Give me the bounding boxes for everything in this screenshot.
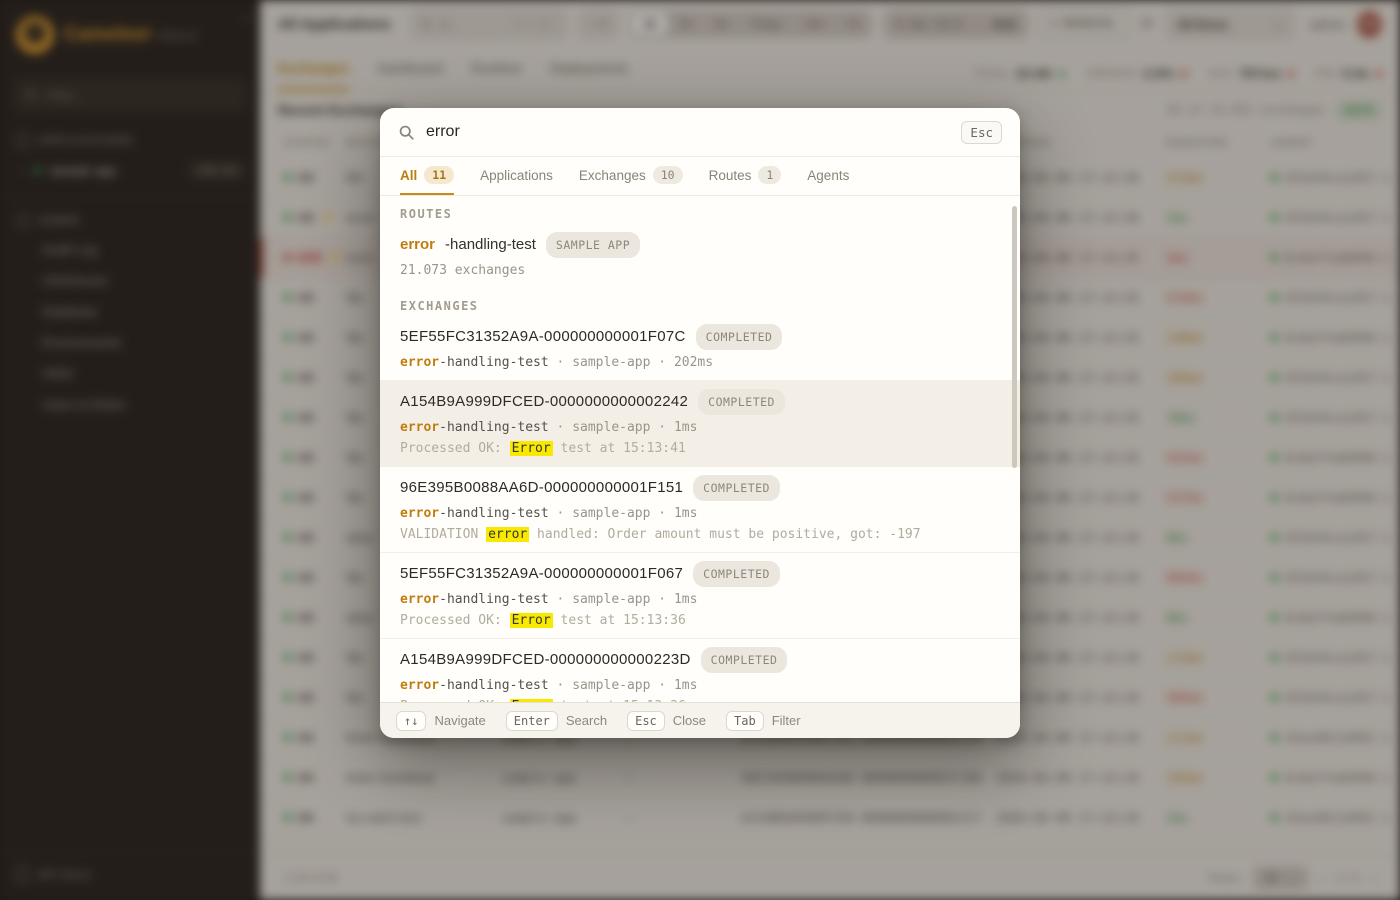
match-text: error	[400, 420, 440, 435]
route-result-item[interactable]: error -handling-test SAMPLE APP 21.073 exch…	[380, 224, 1020, 288]
modal-footer-hints: ↑↓ Navigate Enter Search Esc Close Tab Filter	[380, 702, 1020, 738]
modal-tab-label: Agents	[807, 167, 850, 183]
exchange-result-sub: error-handling-test · sample-app · 1ms	[400, 419, 1000, 437]
route-name-rest: -handling-test	[445, 236, 536, 253]
route-result-title: error -handling-test SAMPLE APP	[400, 232, 1000, 258]
match-text: error	[400, 355, 440, 370]
exchange-result-item[interactable]: 5EF55FC31352A9A-000000000001F067 COMPLETE…	[380, 553, 1020, 639]
exchange-id-text: 96E395B0088AA6D-000000000001F151	[400, 479, 684, 496]
exchange-result-id: 96E395B0088AA6D-000000000001F151 COMPLETE…	[400, 475, 1000, 501]
exchange-result-item[interactable]: A154B9A999DFCED-0000000000002242 COMPLETE…	[380, 381, 1020, 467]
exchange-meta: · sample-app · 202ms	[548, 355, 714, 370]
modal-tab-count-badge: 1	[758, 166, 782, 184]
scrollbar-thumb[interactable]	[1012, 206, 1017, 468]
exchange-result-item[interactable]: A154B9A999DFCED-000000000000223D COMPLETE…	[380, 639, 1020, 702]
modal-tab-label: Routes	[708, 167, 752, 183]
route-name-rest: -handling-test	[439, 420, 549, 435]
highlight-match: Error	[509, 613, 553, 628]
route-name-rest: -handling-test	[439, 355, 549, 370]
match-text: error	[400, 592, 440, 607]
status-badge: COMPLETED	[693, 475, 780, 501]
exchange-id-text: 5EF55FC31352A9A-000000000001F07C	[400, 328, 686, 345]
routes-section-label: ROUTES	[400, 207, 453, 221]
detail-post: test at 15:13:36	[553, 699, 686, 702]
exchange-result-detail: Processed OK: Error test at 15:13:36	[400, 612, 1000, 630]
status-badge: COMPLETED	[698, 389, 785, 415]
modal-search-input[interactable]	[426, 123, 951, 141]
modal-tab-label: Exchanges	[578, 167, 646, 183]
route-name-rest: -handling-test	[439, 592, 549, 607]
kbd-navigate: ↑↓	[396, 710, 427, 731]
modal-tab-label: Applications	[480, 167, 553, 183]
route-name-rest: -handling-test	[439, 506, 549, 521]
modal-tab-exchanges[interactable]: Exchanges 10	[579, 157, 683, 195]
match-text: error	[400, 236, 436, 253]
detail-pre: Processed OK:	[400, 441, 510, 456]
highlight-match: Error	[509, 699, 553, 702]
hint-search: Enter Search	[505, 710, 608, 731]
hint-filter: Tab Filter	[726, 710, 801, 731]
sample-app-badge: SAMPLE APP	[545, 232, 641, 258]
exchange-result-id: A154B9A999DFCED-0000000000002242 COMPLETE…	[400, 389, 1000, 415]
hint-close: Esc Close	[627, 710, 707, 731]
exchange-meta: · sample-app · 1ms	[548, 592, 698, 607]
exchange-result-detail: Processed OK: Error test at 15:13:41	[400, 440, 1000, 458]
status-badge: COMPLETED	[700, 647, 788, 673]
exchange-id-text: A154B9A999DFCED-000000000000223D	[400, 651, 691, 668]
hint-label: Close	[672, 713, 707, 728]
kbd-close: Esc	[627, 710, 665, 731]
exchange-result-item[interactable]: 96E395B0088AA6D-000000000001F151 COMPLETE…	[380, 467, 1020, 553]
modal-search-header: Esc	[380, 108, 1020, 156]
detail-pre: Processed OK:	[400, 699, 510, 702]
kbd-filter: Tab	[726, 710, 764, 731]
esc-kbd[interactable]: Esc	[961, 120, 1002, 144]
exchange-result-detail: VALIDATION error handled: Order amount m…	[400, 526, 1000, 544]
exchanges-section-label: EXCHANGES	[400, 299, 479, 313]
exchange-result-id: 5EF55FC31352A9A-000000000001F067 COMPLETE…	[400, 561, 1000, 587]
exchange-meta: · sample-app · 1ms	[548, 506, 698, 521]
modal-tab-count-badge: 11	[424, 166, 455, 184]
exchange-result-id: A154B9A999DFCED-000000000000223D COMPLETE…	[400, 647, 1000, 673]
match-text: error	[400, 506, 440, 521]
modal-tab-routes[interactable]: Routes 1	[709, 157, 782, 195]
modal-tab-all[interactable]: All 11	[400, 157, 455, 195]
detail-pre: VALIDATION	[400, 527, 487, 542]
hint-label: Search	[565, 713, 608, 728]
highlight-match: Error	[509, 441, 553, 456]
exchange-meta: · sample-app · 1ms	[548, 420, 698, 435]
exchange-meta: · sample-app · 1ms	[548, 678, 698, 693]
route-result-sub: 21.073 exchanges	[400, 263, 526, 278]
highlight-match: error	[486, 527, 530, 542]
modal-tab-agents[interactable]: Agents	[807, 157, 849, 195]
detail-pre: Processed OK:	[400, 613, 510, 628]
status-badge: COMPLETED	[695, 324, 783, 350]
modal-filter-tabs: All 11 Applications Exchanges 10 Routes 1 Agent…	[380, 156, 1020, 196]
status-badge: COMPLETED	[693, 561, 780, 587]
exchange-result-sub: error-handling-test · sample-app · 202ms	[400, 354, 1000, 372]
hint-navigate: ↑↓ Navigate	[396, 710, 486, 731]
search-modal: Esc All11ApplicationsExchanges10Routes1A…	[380, 108, 1020, 738]
exchange-result-sub: error-handling-test · sample-app · 1ms	[400, 505, 1000, 523]
exchange-result-detail: Processed OK: Error test at 15:13:36	[400, 698, 1000, 702]
detail-post: test at 15:13:36	[552, 613, 686, 628]
detail-post: test at 15:13:41	[552, 441, 686, 456]
exchange-id-text: 5EF55FC31352A9A-000000000001F067	[400, 565, 684, 582]
match-text: error	[400, 678, 440, 693]
detail-post: handled: Order amount must be positive, …	[529, 527, 921, 542]
exchange-result-item[interactable]: 5EF55FC31352A9A-000000000001F07C COMPLETE…	[380, 316, 1020, 381]
search-icon	[399, 125, 414, 140]
modal-results: ROUTES error -handling-test SAMPLE APP 21.07…	[380, 196, 1020, 702]
exchange-id-text: A154B9A999DFCED-0000000000002242	[400, 393, 689, 410]
modal-tab-label: All	[400, 167, 418, 183]
hint-label: Navigate	[434, 713, 486, 728]
modal-tab-applications[interactable]: Applications	[480, 157, 553, 195]
exchange-result-sub: error-handling-test · sample-app · 1ms	[400, 591, 1000, 609]
kbd-search: Enter	[505, 710, 558, 731]
modal-tab-count-badge: 10	[652, 166, 683, 184]
route-name-rest: -handling-test	[439, 678, 549, 693]
exchange-result-id: 5EF55FC31352A9A-000000000001F07C COMPLETE…	[400, 324, 1000, 350]
hint-label: Filter	[771, 713, 801, 728]
exchange-result-sub: error-handling-test · sample-app · 1ms	[400, 677, 1000, 695]
